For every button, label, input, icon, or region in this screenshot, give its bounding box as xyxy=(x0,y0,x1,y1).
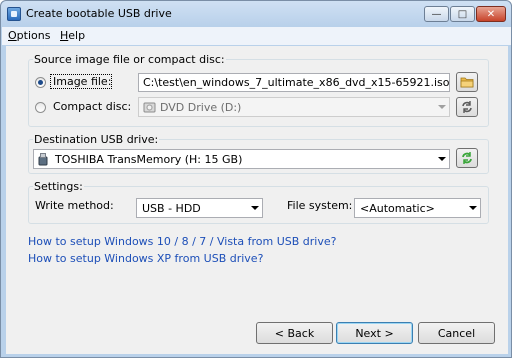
image-file-radio[interactable] xyxy=(35,77,46,88)
file-system-select[interactable]: <Automatic> xyxy=(354,198,481,218)
window-title: Create bootable USB drive xyxy=(26,7,172,20)
destination-drive-select[interactable]: TOSHIBA TransMemory (H: 15 GB) xyxy=(33,149,450,169)
next-button-label: Next > xyxy=(355,326,394,340)
maximize-button[interactable]: □ xyxy=(450,6,475,22)
destination-group-label: Destination USB drive: xyxy=(33,133,160,146)
maximize-icon: □ xyxy=(457,8,468,20)
usb-drive-icon xyxy=(38,153,48,166)
menu-help[interactable]: Help xyxy=(60,29,85,42)
help-link-windows-10[interactable]: How to setup Windows 10 / 8 / 7 / Vista … xyxy=(28,235,336,248)
menu-options[interactable]: Options xyxy=(8,29,50,42)
app-window: Create bootable USB drive — □ ✕ Options … xyxy=(0,0,512,358)
refresh-icon xyxy=(462,152,472,164)
next-button[interactable]: Next > xyxy=(336,322,413,344)
cancel-button[interactable]: Cancel xyxy=(418,322,495,344)
folder-icon xyxy=(460,77,474,88)
disc-drive-icon xyxy=(143,102,156,113)
chevron-down-icon xyxy=(469,206,477,210)
back-button-label: < Back xyxy=(274,326,315,340)
close-button[interactable]: ✕ xyxy=(476,6,506,22)
write-method-value: USB - HDD xyxy=(142,202,201,215)
file-system-value: <Automatic> xyxy=(360,202,435,215)
chevron-down-icon xyxy=(438,105,446,109)
chevron-down-icon xyxy=(438,157,446,161)
minimize-icon: — xyxy=(431,8,442,20)
menu-bar: Options Help xyxy=(2,27,511,45)
app-icon xyxy=(7,7,21,21)
dialog-body: Source image file or compact disc: Image… xyxy=(6,46,508,354)
destination-drive-value: TOSHIBA TransMemory (H: 15 GB) xyxy=(55,153,243,166)
write-method-label: Write method: xyxy=(35,199,114,212)
back-button[interactable]: < Back xyxy=(256,322,333,344)
cancel-button-label: Cancel xyxy=(437,326,476,340)
menu-help-label: elp xyxy=(68,29,86,42)
minimize-button[interactable]: — xyxy=(424,6,449,22)
title-bar[interactable]: Create bootable USB drive — □ ✕ xyxy=(1,1,511,27)
compact-disc-select[interactable]: DVD Drive (D:) xyxy=(138,97,450,117)
compact-disc-value: DVD Drive (D:) xyxy=(160,101,242,114)
menu-options-mnemonic: O xyxy=(8,29,17,42)
file-system-label: File system: xyxy=(287,199,353,212)
close-icon: ✕ xyxy=(486,8,496,20)
compact-disc-radio[interactable] xyxy=(35,102,46,113)
refresh-drives-button[interactable] xyxy=(456,148,478,168)
refresh-disc-button[interactable] xyxy=(456,97,478,117)
source-group-label: Source image file or compact disc: xyxy=(33,53,226,66)
image-file-label[interactable]: Image file: xyxy=(53,75,111,88)
menu-options-label: ptions xyxy=(16,29,51,42)
compact-disc-label[interactable]: Compact disc: xyxy=(53,100,131,113)
browse-button[interactable] xyxy=(456,72,478,92)
write-method-select[interactable]: USB - HDD xyxy=(136,198,263,218)
settings-group-label: Settings: xyxy=(33,180,84,193)
chevron-down-icon xyxy=(251,206,259,210)
refresh-icon xyxy=(462,101,472,113)
image-file-path-input[interactable]: C:\test\en_windows_7_ultimate_x86_dvd_x1… xyxy=(138,73,450,92)
help-link-windows-xp[interactable]: How to setup Windows XP from USB drive? xyxy=(28,252,263,265)
